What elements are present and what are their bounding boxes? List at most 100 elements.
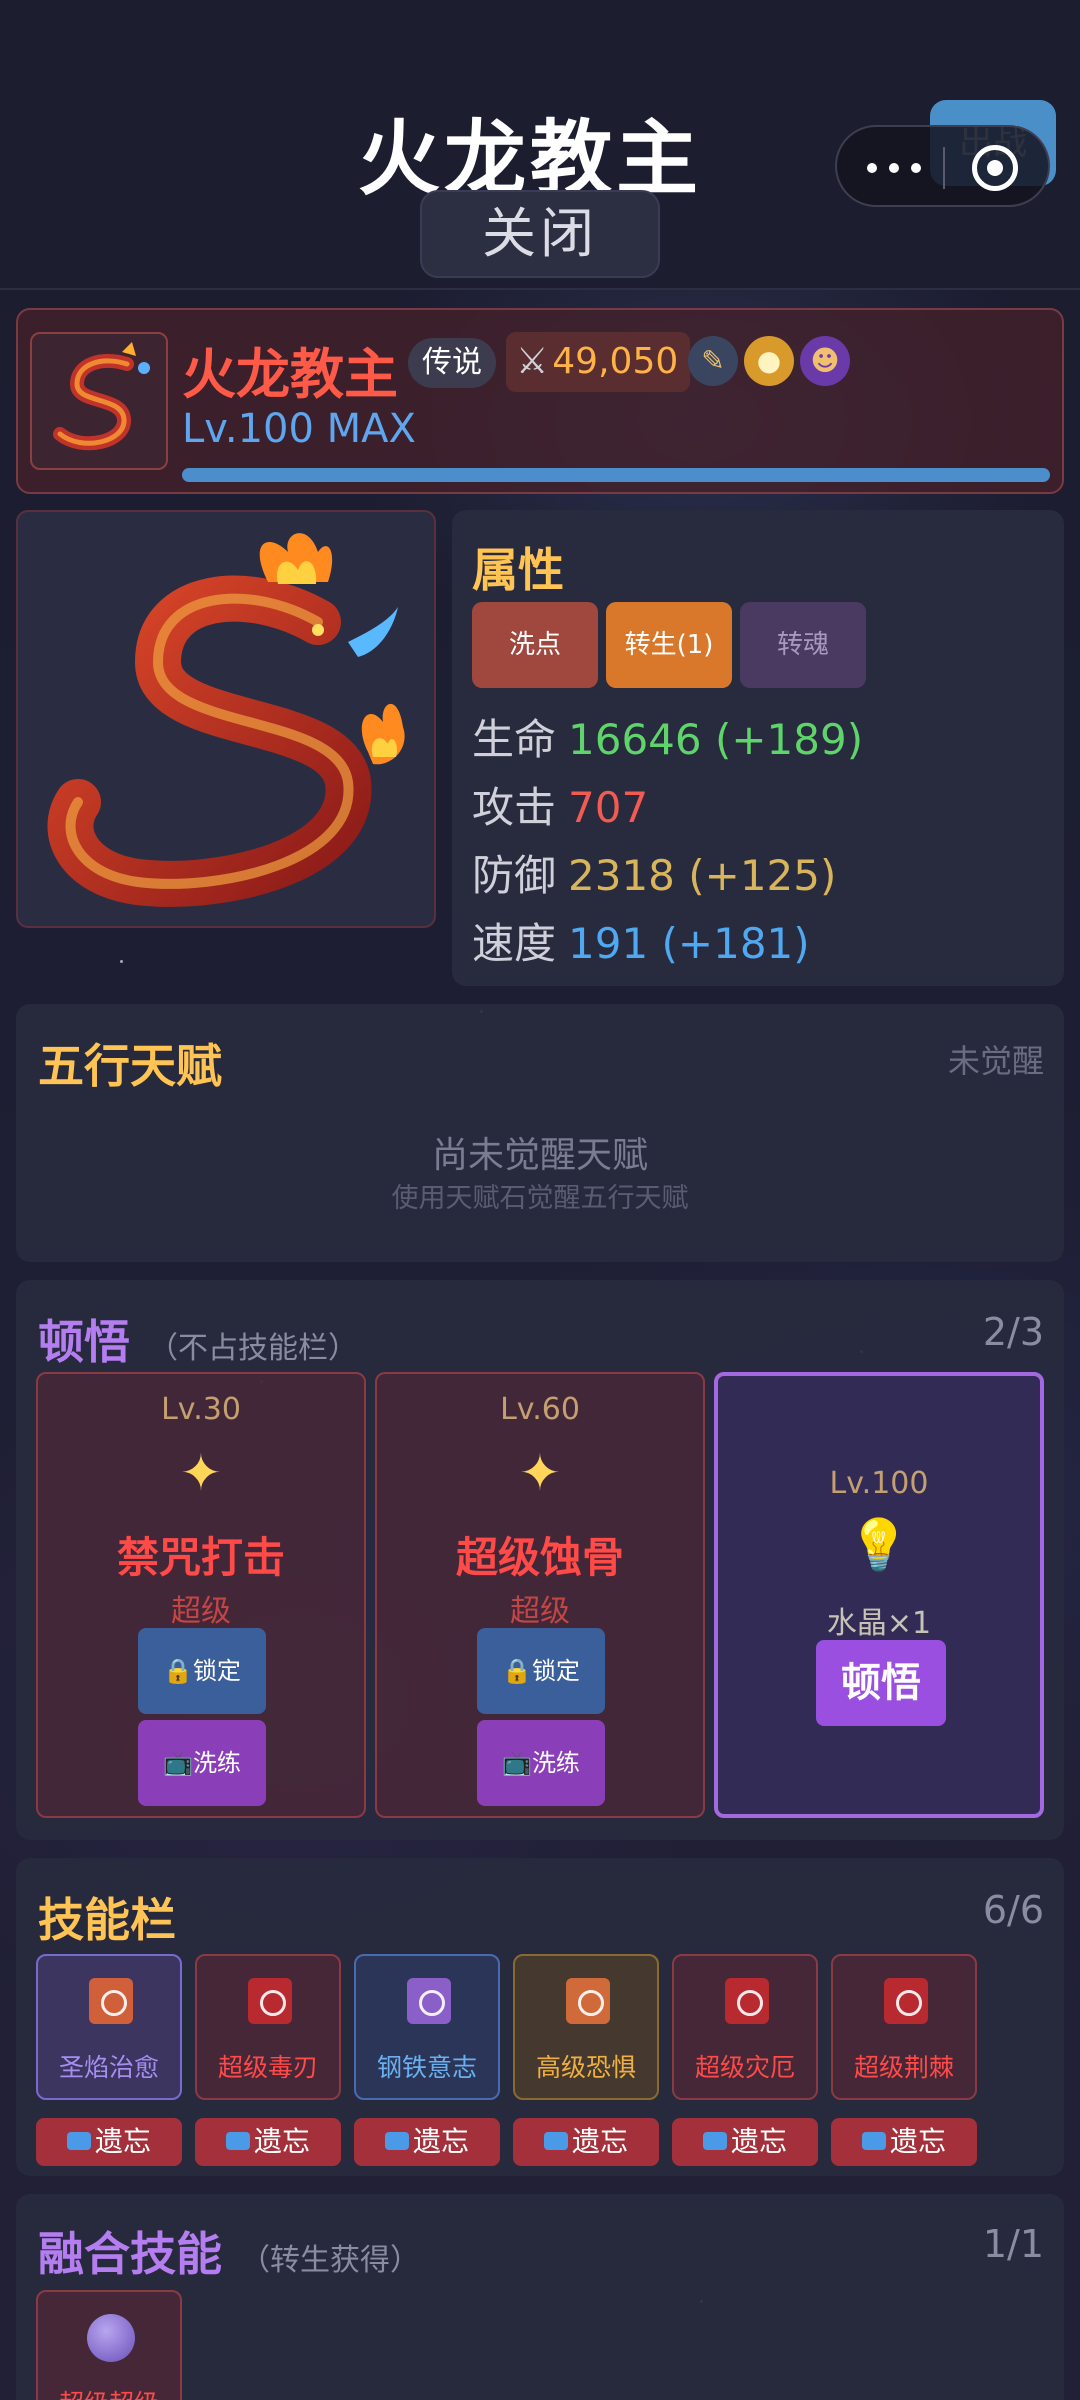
stat-hp: 生命 16646 (+189) — [472, 706, 863, 767]
skill-slot[interactable]: 钢铁意志 — [354, 1954, 500, 2100]
skill-grade: 超级 — [510, 1594, 570, 1629]
lock-label: 锁定 — [192, 1657, 241, 1685]
rebirth-button[interactable]: 转生(1) — [606, 602, 732, 688]
skill-book-icon — [884, 1978, 928, 2024]
soul-transfer-button[interactable]: 转魂 — [740, 602, 866, 688]
enlightenment-title-text: 顿悟 — [38, 1315, 130, 1369]
talent-title: 五行天赋 — [38, 1039, 222, 1093]
fusion-skill-card[interactable]: 超级超级 — [36, 2290, 182, 2400]
skill-slot[interactable]: 超级灾厄 — [672, 1954, 818, 2100]
close-button[interactable]: 关闭 — [420, 190, 660, 278]
crystal-cost: 水晶×1 — [826, 1606, 932, 1641]
skill-grade: 超级 — [171, 1594, 231, 1629]
skill-name: 超级灾厄 — [694, 2053, 795, 2082]
reset-points-button[interactable]: 洗点 — [472, 602, 598, 688]
enlightenment-card-3: Lv.100 💡 水晶×1 顿悟 — [714, 1372, 1044, 1818]
stat-value: 2318 (+125) — [568, 851, 837, 900]
tv-icon — [66, 2132, 91, 2150]
stat-value: 707 — [568, 783, 649, 832]
forget-label: 遗忘 — [94, 2125, 151, 2158]
skill-name: 禁咒打击 — [116, 1533, 285, 1582]
forget-label: 遗忘 — [730, 2125, 787, 2158]
tv-icon — [384, 2132, 409, 2150]
lock-label: 锁定 — [531, 1657, 580, 1685]
forget-label: 遗忘 — [571, 2125, 628, 2158]
sword-icon: ⚔ — [516, 341, 549, 382]
sparkle-icon: ✦ — [519, 1444, 561, 1502]
enlightenment-subtitle: （不占技能栏） — [148, 1331, 358, 1366]
card-level: Lv.60 — [500, 1392, 580, 1427]
card-level: Lv.30 — [161, 1392, 241, 1427]
skill-name: 超级荆棘 — [853, 2053, 954, 2082]
skill-name: 圣焰治愈 — [58, 2053, 159, 2082]
talent-status: 未觉醒 — [947, 1042, 1044, 1080]
forget-button[interactable]: 遗忘 — [672, 2118, 818, 2166]
hero-level: Lv.100 MAX — [182, 406, 416, 452]
card-level: Lv.100 — [829, 1466, 929, 1501]
stat-label: 速度 — [472, 919, 557, 968]
skill-slot[interactable]: 圣焰治愈 — [36, 1954, 182, 2100]
pencil-icon[interactable]: ✎ — [688, 336, 738, 386]
hero-avatar[interactable] — [30, 332, 168, 470]
hero-name: 火龙教主 — [182, 343, 398, 406]
stat-label: 防御 — [472, 851, 557, 900]
forget-label: 遗忘 — [889, 2125, 946, 2158]
combat-power-value: 49,050 — [552, 341, 679, 382]
fusion-subtitle: （转生获得） — [240, 2243, 420, 2278]
forget-button[interactable]: 遗忘 — [513, 2118, 659, 2166]
fusion-title-text: 融合技能 — [38, 2227, 222, 2281]
enlightenment-section: 顿悟 （不占技能栏） 2/3 Lv.30 ✦ 禁咒打击 超级 🔒锁定 📺洗练 Lv… — [16, 1280, 1064, 1840]
close-target-icon[interactable] — [972, 145, 1018, 191]
skills-section: 技能栏 6/6 圣焰治愈 遗忘 超级毒刃 遗忘 钢铁意志 遗忘 高级恐惧 遗忘 超级灾厄 遗忘 超级… — [16, 1858, 1064, 2176]
skill-name: 钢铁意志 — [376, 2053, 477, 2082]
tv-icon — [861, 2132, 886, 2150]
fusion-section: 融合技能 （转生获得） 1/1 超级超级 — [16, 2194, 1064, 2400]
skill-book-icon — [725, 1978, 769, 2024]
forget-button[interactable]: 遗忘 — [36, 2118, 182, 2166]
more-icon[interactable] — [867, 152, 927, 182]
fusion-title: 融合技能 （转生获得） — [38, 2218, 420, 2284]
fusion-count: 1/1 — [982, 2222, 1044, 2266]
rarity-badge: 传说 — [408, 338, 496, 388]
refine-label: 洗练 — [531, 1749, 580, 1777]
stat-value: 191 (+181) — [568, 919, 810, 968]
sparkle-icon: ✦ — [180, 1444, 222, 1502]
tv-icon: 📺 — [163, 1749, 193, 1777]
skills-count: 6/6 — [982, 1888, 1044, 1932]
refine-button[interactable]: 📺洗练 — [138, 1720, 266, 1806]
lock-icon: 🔒 — [163, 1657, 193, 1685]
crystal-ball-icon — [87, 2314, 135, 2362]
lock-icon[interactable]: ● — [744, 336, 794, 386]
forget-label: 遗忘 — [253, 2125, 310, 2158]
mini-program-capsule — [835, 125, 1050, 207]
skill-slot[interactable]: 超级毒刃 — [195, 1954, 341, 2100]
skill-name: 高级恐惧 — [535, 2053, 636, 2082]
enlightenment-card-2: Lv.60 ✦ 超级蚀骨 超级 🔒锁定 📺洗练 — [375, 1372, 705, 1818]
lock-button[interactable]: 🔒锁定 — [477, 1628, 605, 1714]
stat-attack: 攻击 707 — [472, 774, 648, 835]
skill-book-icon — [248, 1978, 292, 2024]
stat-defense: 防御 2318 (+125) — [472, 842, 836, 903]
forget-button[interactable]: 遗忘 — [195, 2118, 341, 2166]
lock-button[interactable]: 🔒锁定 — [138, 1628, 266, 1714]
skill-book-icon — [407, 1978, 451, 2024]
page-header: 火龙教主 关闭 出战 — [0, 0, 1080, 290]
enlightenment-card-1: Lv.30 ✦ 禁咒打击 超级 🔒锁定 📺洗练 — [36, 1372, 366, 1818]
skill-slot[interactable]: 超级荆棘 — [831, 1954, 977, 2100]
talent-empty-title: 尚未觉醒天赋 — [431, 1135, 648, 1176]
character-icon[interactable]: ☻ — [800, 336, 850, 386]
stat-value: 16646 (+189) — [568, 715, 864, 764]
exp-progress-bar — [182, 468, 1050, 482]
forget-button[interactable]: 遗忘 — [354, 2118, 500, 2166]
skill-slot[interactable]: 高级恐惧 — [513, 1954, 659, 2100]
enlighten-button[interactable]: 顿悟 — [816, 1640, 946, 1726]
attributes-title: 属性 — [472, 543, 564, 597]
talent-empty-hint: 使用天赋石觉醒五行天赋 — [391, 1183, 689, 1214]
exp-progress-fill — [182, 468, 1050, 482]
skill-name: 超级毒刃 — [217, 2053, 318, 2082]
tv-icon — [543, 2132, 568, 2150]
forget-button[interactable]: 遗忘 — [831, 2118, 977, 2166]
tv-icon — [702, 2132, 727, 2150]
skill-book-icon — [566, 1978, 610, 2024]
refine-button[interactable]: 📺洗练 — [477, 1720, 605, 1806]
